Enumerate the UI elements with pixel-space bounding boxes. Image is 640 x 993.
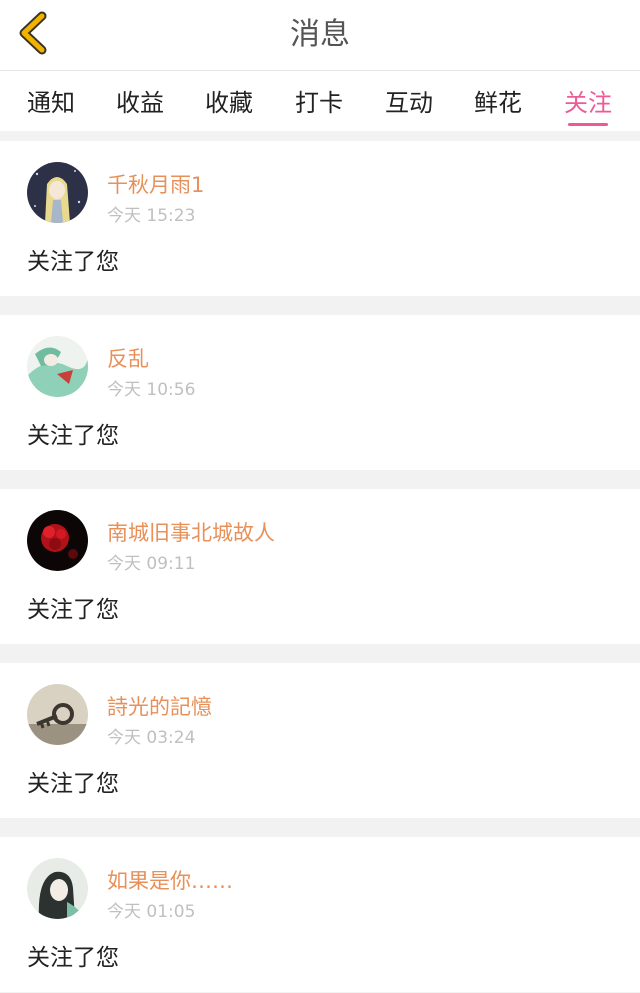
notification-message: 关注了您 (27, 945, 119, 971)
list-item[interactable]: 詩光的記憶 今天 03:24 关注了您 (0, 663, 640, 818)
timestamp: 今天 03:24 (107, 728, 196, 748)
username[interactable]: 詩光的記憶 (107, 691, 212, 721)
tab-notifications[interactable]: 通知 (27, 83, 75, 118)
tab-interaction[interactable]: 互动 (385, 83, 433, 118)
tab-checkin[interactable]: 打卡 (295, 83, 343, 118)
list-item[interactable]: 南城旧事北城故人 今天 09:11 关注了您 (0, 489, 640, 644)
top-bar: 消息 (0, 0, 640, 71)
tab-bar: 通知 收益 收藏 打卡 互动 鲜花 关注 (0, 71, 640, 131)
red-flower-avatar[interactable] (27, 510, 88, 571)
active-tab-indicator (568, 123, 608, 126)
tab-flowers[interactable]: 鲜花 (474, 83, 522, 118)
tab-follows[interactable]: 关注 (564, 83, 612, 126)
username[interactable]: 反乱 (107, 343, 149, 373)
username[interactable]: 南城旧事北城故人 (107, 517, 275, 547)
tab-label: 鲜花 (474, 89, 522, 117)
green-illustration-avatar[interactable] (27, 336, 88, 397)
username[interactable]: 千秋月雨1 (107, 169, 204, 199)
tab-label: 互动 (385, 89, 433, 117)
timestamp: 今天 09:11 (107, 554, 196, 574)
tab-label: 收益 (116, 89, 164, 117)
list-item[interactable]: 如果是你…… 今天 01:05 关注了您 (0, 837, 640, 992)
page-title: 消息 (290, 17, 350, 52)
old-key-avatar[interactable] (27, 684, 88, 745)
timestamp: 今天 10:56 (107, 380, 196, 400)
tab-earnings[interactable]: 收益 (116, 83, 164, 118)
notification-message: 关注了您 (27, 597, 119, 623)
notification-message: 关注了您 (27, 771, 119, 797)
tab-label: 收藏 (205, 89, 253, 117)
list-item[interactable]: 千秋月雨1 今天 15:23 关注了您 (0, 141, 640, 296)
timestamp: 今天 01:05 (107, 902, 196, 922)
anime-girl-night-avatar[interactable] (27, 162, 88, 223)
notification-list: 千秋月雨1 今天 15:23 关注了您 反乱 今天 10:56 关注了您 南城旧… (0, 131, 640, 992)
list-item[interactable]: 反乱 今天 10:56 关注了您 (0, 315, 640, 470)
ink-portrait-avatar[interactable] (27, 858, 88, 919)
tab-label: 通知 (27, 89, 75, 117)
tab-favorites[interactable]: 收藏 (205, 83, 253, 118)
tab-label: 打卡 (295, 89, 343, 117)
notification-message: 关注了您 (27, 423, 119, 449)
tab-label: 关注 (564, 89, 612, 117)
username[interactable]: 如果是你…… (107, 865, 233, 895)
timestamp: 今天 15:23 (107, 206, 196, 226)
notification-message: 关注了您 (27, 249, 119, 275)
